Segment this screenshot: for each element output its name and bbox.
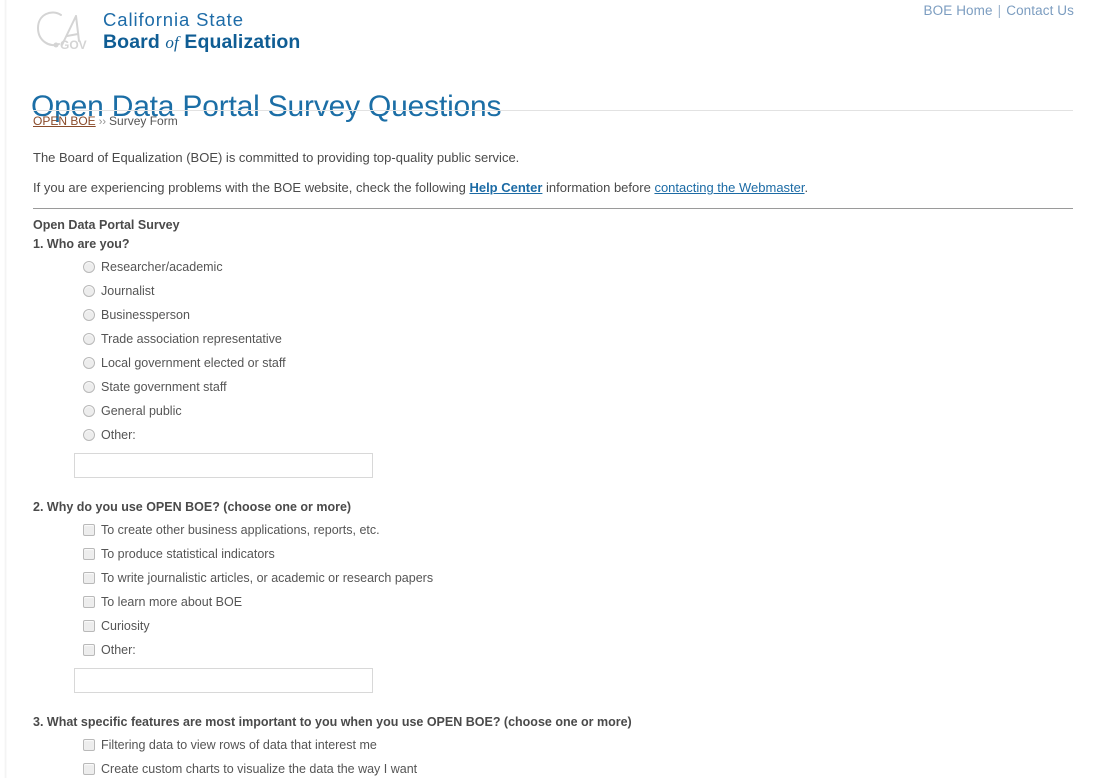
radio-icon[interactable]: [83, 333, 95, 345]
option-label: Filtering data to view rows of data that…: [101, 737, 377, 752]
intro-p2-middle: information before: [542, 180, 655, 196]
option-produce-statistical-indicators[interactable]: To produce statistical indicators: [83, 542, 1073, 566]
radio-icon[interactable]: [83, 405, 95, 417]
checkbox-icon[interactable]: [83, 739, 95, 751]
checkbox-icon[interactable]: [83, 524, 95, 536]
option-trade-association-representative[interactable]: Trade association representative: [83, 327, 1073, 351]
option-label: Other:: [101, 427, 136, 442]
question-2: 2. Why do you use OPEN BOE? (choose one …: [33, 500, 1073, 693]
svg-text:GOV: GOV: [60, 38, 87, 52]
intro-paragraph-2: If you are experiencing problems with th…: [33, 180, 1073, 196]
option-other[interactable]: Other:: [83, 423, 1073, 447]
option-learn-more-about-boe[interactable]: To learn more about BOE: [83, 590, 1073, 614]
section-divider: [33, 208, 1073, 209]
option-local-government[interactable]: Local government elected or staff: [83, 351, 1073, 375]
option-journalist[interactable]: Journalist: [83, 279, 1073, 303]
contact-us-link[interactable]: Contact Us: [1006, 3, 1074, 18]
checkbox-icon[interactable]: [83, 572, 95, 584]
option-businessperson[interactable]: Businessperson: [83, 303, 1073, 327]
option-filtering-data[interactable]: Filtering data to view rows of data that…: [83, 733, 1073, 757]
brand-line-board-of-equalization: Board of Equalization: [103, 30, 301, 53]
radio-icon[interactable]: [83, 429, 95, 441]
help-center-link[interactable]: Help Center: [469, 180, 542, 195]
breadcrumb: OPEN BOE ›› Survey Form: [33, 114, 178, 128]
option-label: To write journalistic articles, or acade…: [101, 570, 434, 585]
breadcrumb-arrows-icon: ››: [98, 116, 107, 128]
question-1-text: 1. Who are you?: [33, 237, 130, 251]
option-write-journalistic-articles[interactable]: To write journalistic articles, or acade…: [83, 566, 1073, 590]
radio-icon[interactable]: [83, 357, 95, 369]
question-2-options: To create other business applications, r…: [33, 518, 1073, 662]
intro-text-block: The Board of Equalization (BOE) is commi…: [33, 150, 1073, 211]
question-2-other-input[interactable]: [74, 668, 373, 693]
option-label: To learn more about BOE: [101, 594, 243, 609]
option-create-custom-charts[interactable]: Create custom charts to visualize the da…: [83, 757, 1073, 778]
intro-p2-before: If you are experiencing problems with th…: [33, 180, 470, 196]
page-root: BOE Home | Contact Us GOV California State…: [0, 0, 1098, 778]
question-3-text: 3. What specific features are most impor…: [33, 715, 632, 729]
option-general-public[interactable]: General public: [83, 399, 1073, 423]
option-label: Businessperson: [101, 307, 190, 322]
question-1: 1. Who are you? Researcher/academic Jour…: [33, 237, 1073, 478]
brand-line-california-state: California State: [103, 9, 244, 30]
checkbox-icon[interactable]: [83, 620, 95, 632]
breadcrumb-rule: [33, 110, 1073, 111]
option-label: Curiosity: [101, 618, 150, 633]
radio-icon[interactable]: [83, 261, 95, 273]
breadcrumb-link-open-boe[interactable]: OPEN BOE: [33, 114, 96, 128]
option-curiosity[interactable]: Curiosity: [83, 614, 1073, 638]
checkbox-icon[interactable]: [83, 644, 95, 656]
breadcrumb-current: Survey Form: [109, 114, 178, 128]
topnav-separator: |: [997, 3, 1002, 18]
brand-equalization: Equalization: [184, 30, 301, 53]
checkbox-icon[interactable]: [83, 548, 95, 560]
brand-of: of: [165, 32, 179, 52]
question-3-options: Filtering data to view rows of data that…: [33, 733, 1073, 778]
question-spacer: [33, 478, 1073, 500]
option-label: To create other business applications, r…: [101, 522, 380, 537]
site-brand[interactable]: GOV California State Board of Equalizati…: [33, 8, 300, 54]
option-label: State government staff: [101, 379, 227, 394]
question-2-text: 2. Why do you use OPEN BOE? (choose one …: [33, 500, 352, 514]
top-utility-nav: BOE Home | Contact Us: [924, 3, 1074, 18]
option-label: Journalist: [101, 283, 155, 298]
intro-paragraph-1: The Board of Equalization (BOE) is commi…: [33, 150, 520, 165]
radio-icon[interactable]: [83, 381, 95, 393]
option-label: General public: [101, 403, 182, 418]
radio-icon[interactable]: [83, 309, 95, 321]
question-3: 3. What specific features are most impor…: [33, 715, 1073, 778]
ca-gov-logo-icon: GOV: [36, 11, 87, 52]
option-researcher-academic[interactable]: Researcher/academic: [83, 255, 1073, 279]
brand-text: California State Board of Equalization: [103, 8, 300, 52]
survey-heading: Open Data Portal Survey: [33, 218, 180, 232]
option-label: Create custom charts to visualize the da…: [101, 761, 418, 776]
intro-p2-after: .: [804, 180, 809, 196]
option-label: Trade association representative: [101, 331, 282, 346]
option-label: To produce statistical indicators: [101, 546, 275, 561]
option-create-business-applications[interactable]: To create other business applications, r…: [83, 518, 1073, 542]
option-state-government-staff[interactable]: State government staff: [83, 375, 1073, 399]
contacting-webmaster-link[interactable]: contacting the Webmaster: [654, 180, 804, 195]
question-1-other-input[interactable]: [74, 453, 373, 478]
question-spacer: [33, 693, 1073, 715]
radio-icon[interactable]: [83, 285, 95, 297]
option-label: Researcher/academic: [101, 259, 223, 274]
boe-home-link[interactable]: BOE Home: [924, 3, 993, 18]
checkbox-icon[interactable]: [83, 596, 95, 608]
option-other[interactable]: Other:: [83, 638, 1073, 662]
option-label: Other:: [101, 642, 136, 657]
checkbox-icon[interactable]: [83, 763, 95, 775]
option-label: Local government elected or staff: [101, 355, 286, 370]
brand-board: Board: [103, 30, 160, 53]
survey-form: Open Data Portal Survey 1. Who are you? …: [33, 218, 1073, 778]
question-1-options: Researcher/academic Journalist Businessp…: [33, 255, 1073, 447]
